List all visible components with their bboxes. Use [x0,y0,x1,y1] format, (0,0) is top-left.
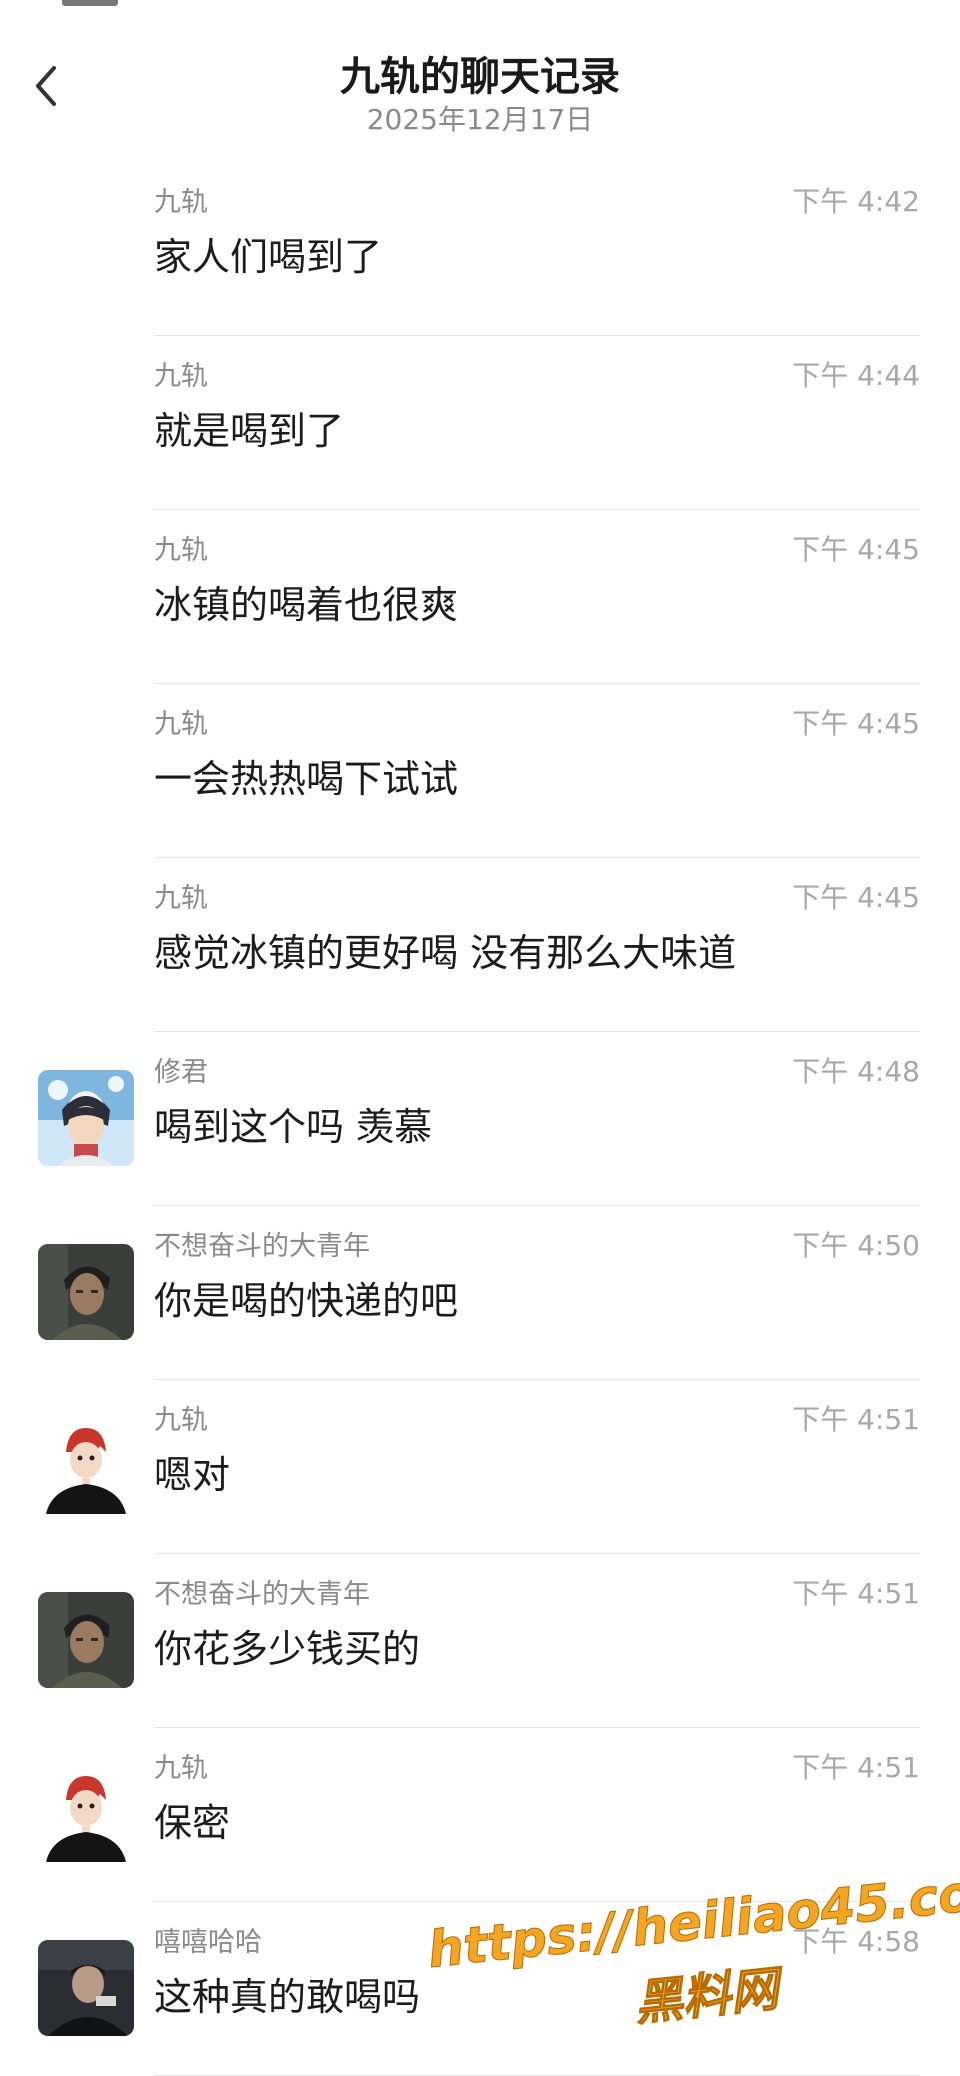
message-list: 九轨 下午 4:42 家人们喝到了 九轨 下午 4:44 就是喝到了 九轨 下午… [0,162,960,2076]
message-text: 嗯对 [154,1453,231,1497]
painted-man-avatar[interactable] [38,1592,134,1688]
sender-name: 不想奋斗的大青年 [154,1579,370,1610]
message-text: 你花多少钱买的 [154,1627,421,1671]
message-time: 下午 4:45 [792,707,920,740]
list-item[interactable]: 九轨 下午 4:44 就是喝到了 [0,336,960,510]
message-time: 下午 4:45 [792,881,920,914]
message-time: 下午 4:51 [792,1751,920,1784]
message-time: 下午 4:58 [792,1925,920,1958]
list-item[interactable]: 九轨 下午 4:45 感觉冰镇的更好喝 没有那么大味道 [0,858,960,1032]
message-text: 家人们喝到了 [154,235,383,279]
message-text: 就是喝到了 [154,409,345,453]
list-item[interactable]: 不想奋斗的大青年 下午 4:51 你花多少钱买的 [0,1554,960,1728]
painted-man-avatar[interactable] [38,1244,134,1340]
page-date: 2025年12月17日 [366,103,594,136]
red-hair-avatar[interactable] [38,1766,134,1862]
anime-boy-avatar[interactable] [38,1070,134,1166]
message-time: 下午 4:44 [792,359,920,392]
dark-photo-avatar[interactable] [38,1940,134,2036]
message-time: 下午 4:50 [792,1229,920,1262]
sender-name: 九轨 [154,709,208,740]
sender-name: 九轨 [154,535,208,566]
message-time: 下午 4:48 [792,1055,920,1088]
sender-name: 九轨 [154,187,208,218]
sender-name: 嘻嘻哈哈 [154,1927,262,1958]
message-text: 一会热热喝下试试 [154,757,459,801]
sender-name: 九轨 [154,1753,208,1784]
list-item[interactable]: 修君 下午 4:48 喝到这个吗 羡慕 [0,1032,960,1206]
sender-name: 九轨 [154,361,208,392]
message-text: 感觉冰镇的更好喝 没有那么大味道 [154,931,737,975]
list-item[interactable]: 九轨 下午 4:45 一会热热喝下试试 [0,684,960,858]
page-title: 九轨的聊天记录 [340,54,620,100]
list-item[interactable]: 不想奋斗的大青年 下午 4:50 你是喝的快递的吧 [0,1206,960,1380]
sender-name: 不想奋斗的大青年 [154,1231,370,1262]
red-hair-avatar[interactable] [38,1418,134,1514]
message-time: 下午 4:42 [792,185,920,218]
sender-name: 九轨 [154,883,208,914]
list-item[interactable]: 九轨 下午 4:45 冰镇的喝着也很爽 [0,510,960,684]
list-item[interactable]: 九轨 下午 4:51 保密 [0,1728,960,1902]
message-text: 喝到这个吗 羡慕 [154,1105,433,1149]
sender-name: 九轨 [154,1405,208,1436]
message-time: 下午 4:45 [792,533,920,566]
header: 九轨的聊天记录 2025年12月17日 [0,0,960,140]
message-text: 这种真的敢喝吗 [154,1975,421,2019]
list-item[interactable]: 九轨 下午 4:51 嗯对 [0,1380,960,1554]
message-text: 冰镇的喝着也很爽 [154,583,459,627]
message-text: 你是喝的快递的吧 [154,1279,459,1323]
message-time: 下午 4:51 [792,1403,920,1436]
list-item[interactable]: 九轨 下午 4:42 家人们喝到了 [0,162,960,336]
list-item[interactable]: 嘻嘻哈哈 下午 4:58 这种真的敢喝吗 [0,1902,960,2076]
message-text: 保密 [154,1801,231,1845]
sender-name: 修君 [154,1057,208,1088]
message-time: 下午 4:51 [792,1577,920,1610]
